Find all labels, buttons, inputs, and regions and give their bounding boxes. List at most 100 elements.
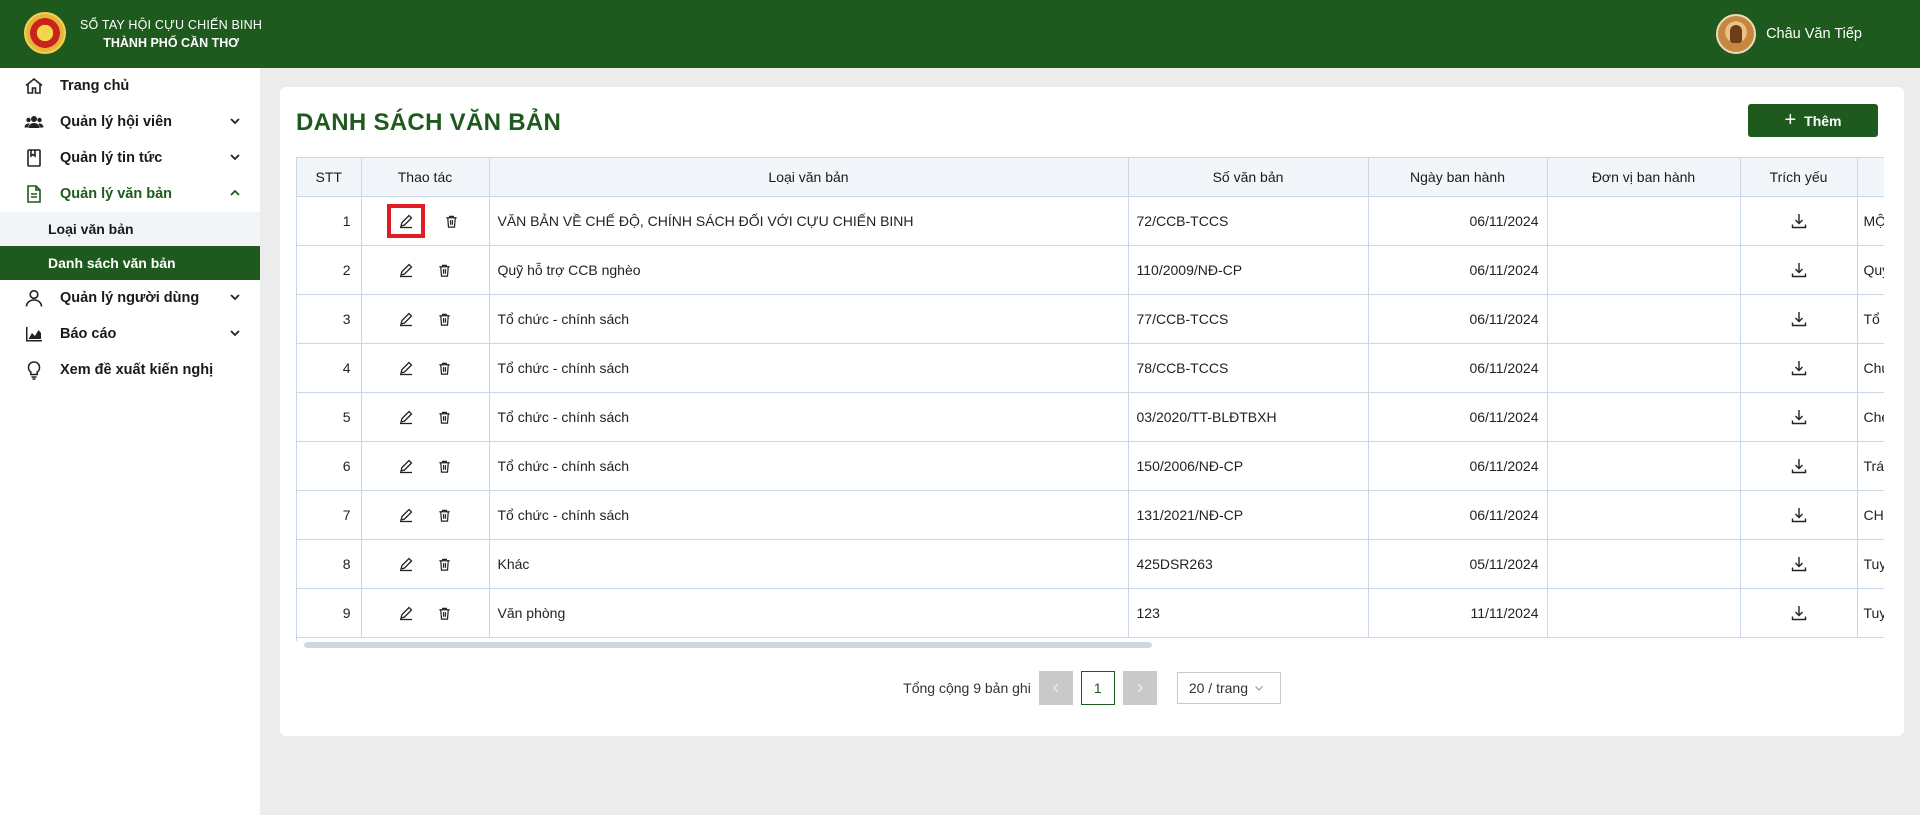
- sidebar-item-label: Trang chủ: [60, 78, 130, 94]
- sidebar-subitem-document-types[interactable]: Loại văn bản: [0, 212, 260, 246]
- download-icon[interactable]: [1787, 503, 1811, 527]
- cell-actions: [361, 490, 490, 540]
- cell-summary: Tuy: [1857, 588, 1884, 638]
- cell-document-number: 72/CCB-TCCS: [1128, 196, 1369, 246]
- user-name[interactable]: Châu Văn Tiếp: [1766, 26, 1862, 42]
- sidebar-item-members[interactable]: Quản lý hội viên: [0, 104, 260, 140]
- chevron-right-icon: [1137, 684, 1143, 692]
- cell-stt: 2: [297, 245, 362, 295]
- sidebar-item-reports[interactable]: Báo cáo: [0, 316, 260, 352]
- delete-icon[interactable]: [432, 503, 456, 527]
- sidebar-item-suggestions[interactable]: Xem đề xuất kiến nghị: [0, 352, 260, 388]
- cell-stt: 3: [297, 294, 362, 344]
- cell-summary: Tổ: [1857, 294, 1884, 344]
- avatar[interactable]: [1716, 14, 1757, 54]
- cell-document-number: 77/CCB-TCCS: [1128, 294, 1369, 344]
- user-icon: [24, 288, 44, 308]
- table-row: 3 Tổ chức - chính sách 77/CCB-TCCS 06/11/20…: [297, 294, 1884, 344]
- cell-actions: [361, 539, 490, 589]
- table-header-row: STT Thao tác Loại văn bản Số văn bản Ngà…: [297, 157, 1884, 197]
- download-icon[interactable]: [1787, 258, 1811, 282]
- news-icon: [24, 148, 44, 168]
- delete-icon[interactable]: [432, 552, 456, 576]
- sidebar-item-label: Quản lý tin tức: [60, 150, 163, 166]
- cell-actions: [361, 245, 490, 295]
- user-menu[interactable]: Châu Văn Tiếp: [1716, 14, 1862, 54]
- sidebar-item-label: Xem đề xuất kiến nghị: [60, 362, 214, 378]
- sidebar-subitem-document-list[interactable]: Danh sách văn bản: [0, 246, 260, 280]
- column-header-document-type: Loại văn bản: [489, 157, 1129, 197]
- cell-issue-date: 06/11/2024: [1368, 294, 1548, 344]
- edit-icon[interactable]: [394, 454, 418, 478]
- total-records: Tổng cộng 9 bản ghi: [903, 680, 1031, 696]
- next-page-button[interactable]: [1122, 671, 1157, 705]
- chevron-down-icon: [230, 294, 240, 301]
- cell-issue-date: 06/11/2024: [1368, 490, 1548, 540]
- cell-summary: Quy: [1857, 245, 1884, 295]
- cell-stt: 4: [297, 343, 362, 393]
- chevron-left-icon: [1052, 684, 1058, 692]
- cell-issue-date: 06/11/2024: [1368, 343, 1548, 393]
- cell-actions: [361, 441, 490, 491]
- cell-document-type: Văn phòng: [489, 588, 1129, 638]
- cell-document-type: Tổ chức - chính sách: [489, 490, 1129, 540]
- column-header-summary-download: Trích yếu: [1740, 157, 1858, 197]
- download-icon[interactable]: [1787, 405, 1811, 429]
- document-icon: [24, 184, 44, 204]
- download-icon[interactable]: [1787, 552, 1811, 576]
- cell-document-type: Tổ chức - chính sách: [489, 294, 1129, 344]
- chevron-down-icon: [230, 118, 240, 125]
- table-row: 1 VĂN BẢN VỀ CHẾ ĐỘ, CHÍNH SÁCH ĐỐI VỚI C…: [297, 196, 1884, 246]
- chevron-down-icon: [1255, 686, 1263, 691]
- edit-icon[interactable]: [394, 405, 418, 429]
- table-row: 9 Văn phòng12311/11/2024 Tuy: [297, 588, 1884, 638]
- delete-icon[interactable]: [432, 454, 456, 478]
- cell-download: [1740, 441, 1858, 491]
- cell-actions: [361, 196, 490, 246]
- download-icon[interactable]: [1787, 356, 1811, 380]
- sidebar-item-news[interactable]: Quản lý tin tức: [0, 140, 260, 176]
- cell-download: [1740, 490, 1858, 540]
- edit-icon[interactable]: [387, 204, 425, 238]
- edit-icon[interactable]: [394, 601, 418, 625]
- sidebar-item-documents[interactable]: Quản lý văn bản: [0, 176, 260, 212]
- cell-download: [1740, 343, 1858, 393]
- cell-document-number: 78/CCB-TCCS: [1128, 343, 1369, 393]
- edit-icon[interactable]: [394, 552, 418, 576]
- cell-issue-date: 06/11/2024: [1368, 245, 1548, 295]
- column-header-document-number: Số văn bản: [1128, 157, 1369, 197]
- sidebar-item-home[interactable]: Trang chủ: [0, 68, 260, 104]
- delete-icon[interactable]: [432, 601, 456, 625]
- cell-document-type: Tổ chức - chính sách: [489, 441, 1129, 491]
- delete-icon[interactable]: [432, 258, 456, 282]
- edit-icon[interactable]: [394, 307, 418, 331]
- edit-icon[interactable]: [394, 356, 418, 380]
- cell-document-number: 131/2021/NĐ-CP: [1128, 490, 1369, 540]
- pagination: Tổng cộng 9 bản ghi 1 20 / trang: [280, 671, 1904, 705]
- members-icon: [24, 112, 44, 132]
- page-size-select[interactable]: 20 / trang: [1176, 672, 1281, 704]
- home-icon: [24, 76, 44, 96]
- download-icon[interactable]: [1787, 454, 1811, 478]
- cell-stt: 5: [297, 392, 362, 442]
- download-icon[interactable]: [1787, 307, 1811, 331]
- delete-icon[interactable]: [439, 209, 463, 233]
- add-button[interactable]: + Thêm: [1748, 104, 1878, 137]
- edit-icon[interactable]: [394, 258, 418, 282]
- cell-document-type: Quỹ hỗ trợ CCB nghèo: [489, 245, 1129, 295]
- horizontal-scrollbar[interactable]: [304, 642, 1152, 648]
- cell-issuing-unit: [1547, 343, 1741, 393]
- sidebar-item-label: Quản lý văn bản: [60, 186, 172, 202]
- download-icon[interactable]: [1787, 601, 1811, 625]
- cell-issue-date: 06/11/2024: [1368, 392, 1548, 442]
- delete-icon[interactable]: [432, 356, 456, 380]
- download-icon[interactable]: [1787, 209, 1811, 233]
- delete-icon[interactable]: [432, 405, 456, 429]
- column-header-issuing-unit: Đơn vị ban hành: [1547, 157, 1741, 197]
- page-button-current[interactable]: 1: [1080, 671, 1115, 705]
- sidebar-item-users[interactable]: Quản lý người dùng: [0, 280, 260, 316]
- delete-icon[interactable]: [432, 307, 456, 331]
- prev-page-button[interactable]: [1038, 671, 1073, 705]
- table-row: 6 Tổ chức - chính sách 150/2006/NĐ-CP 06/11…: [297, 441, 1884, 491]
- edit-icon[interactable]: [394, 503, 418, 527]
